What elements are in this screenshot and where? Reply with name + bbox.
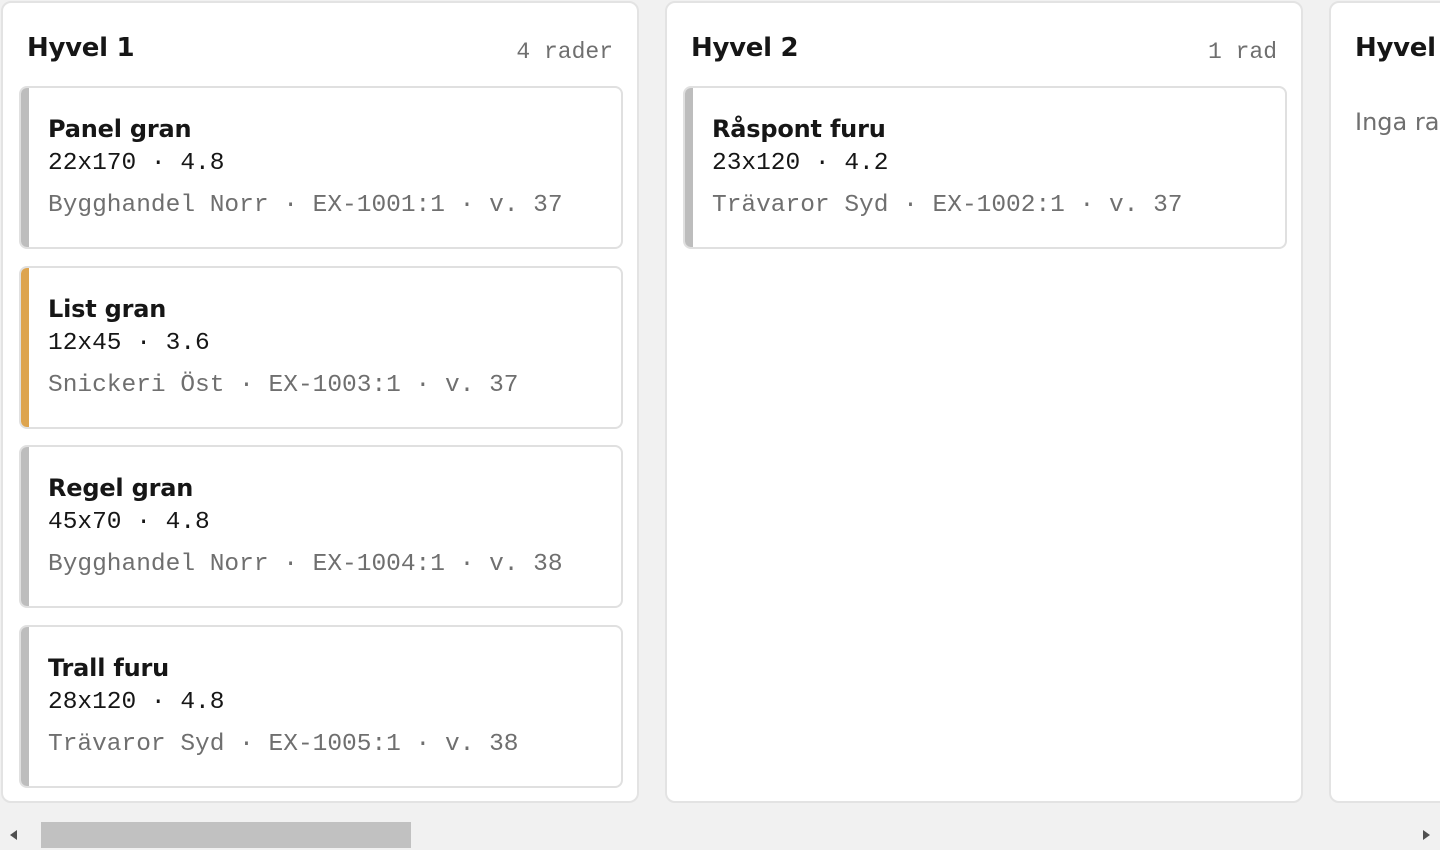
scrollbar-thumb[interactable]	[41, 822, 411, 848]
card-dimensions: 12x45 · 3.6	[48, 330, 210, 357]
status-bar-warning	[21, 268, 29, 427]
column-header: Hyvel 1 4 rader	[27, 29, 613, 69]
empty-column-text: Inga rader	[1355, 108, 1440, 136]
card-meta: Bygghandel Norr · EX-1004:1 · v. 38	[48, 551, 563, 578]
column-row-count: 4 rader	[516, 39, 613, 65]
order-card[interactable]: Trall furu 28x120 · 4.8 Trävaror Syd · E…	[19, 625, 623, 788]
order-card[interactable]: Panel gran 22x170 · 4.8 Bygghandel Norr …	[19, 86, 623, 249]
triangle-right-icon[interactable]	[1418, 827, 1434, 843]
column-row-count: 1 rad	[1207, 39, 1277, 65]
card-meta: Snickeri Öst · EX-1003:1 · v. 37	[48, 372, 519, 399]
card-dimensions: 23x120 · 4.2	[712, 150, 889, 177]
card-title: Regel gran	[48, 474, 194, 502]
column-hyvel-3: Hyvel 3 Inga rader	[1329, 1, 1440, 803]
card-title: Trall furu	[48, 654, 170, 682]
status-bar	[21, 88, 29, 247]
card-title: Panel gran	[48, 115, 192, 143]
status-bar	[21, 447, 29, 606]
card-meta: Trävaror Syd · EX-1002:1 · v. 37	[712, 192, 1183, 219]
card-dimensions: 28x120 · 4.8	[48, 689, 225, 716]
column-header: Hyvel 2 1 rad	[691, 29, 1277, 69]
card-dimensions: 22x170 · 4.8	[48, 150, 225, 177]
order-card[interactable]: Regel gran 45x70 · 4.8 Bygghandel Norr ·…	[19, 445, 623, 608]
column-title: Hyvel 1	[27, 33, 135, 63]
card-meta: Bygghandel Norr · EX-1001:1 · v. 37	[48, 192, 563, 219]
card-meta: Trävaror Syd · EX-1005:1 · v. 38	[48, 731, 519, 758]
card-dimensions: 45x70 · 4.8	[48, 509, 210, 536]
column-hyvel-1: Hyvel 1 4 rader Panel gran 22x170 · 4.8 …	[1, 1, 639, 803]
column-header: Hyvel 3	[1355, 29, 1440, 69]
order-card[interactable]: Råspont furu 23x120 · 4.2 Trävaror Syd ·…	[683, 86, 1287, 249]
column-title: Hyvel 3	[1355, 33, 1440, 63]
card-title: Råspont furu	[712, 115, 886, 143]
planer-board: Hyvel 1 4 rader Panel gran 22x170 · 4.8 …	[0, 0, 1440, 820]
triangle-left-icon[interactable]	[6, 827, 22, 843]
column-hyvel-2: Hyvel 2 1 rad Råspont furu 23x120 · 4.2 …	[665, 1, 1303, 803]
horizontal-scrollbar[interactable]	[0, 820, 1440, 850]
status-bar	[21, 627, 29, 786]
column-title: Hyvel 2	[691, 33, 799, 63]
order-card[interactable]: List gran 12x45 · 3.6 Snickeri Öst · EX-…	[19, 266, 623, 429]
status-bar	[685, 88, 693, 247]
card-title: List gran	[48, 295, 167, 323]
